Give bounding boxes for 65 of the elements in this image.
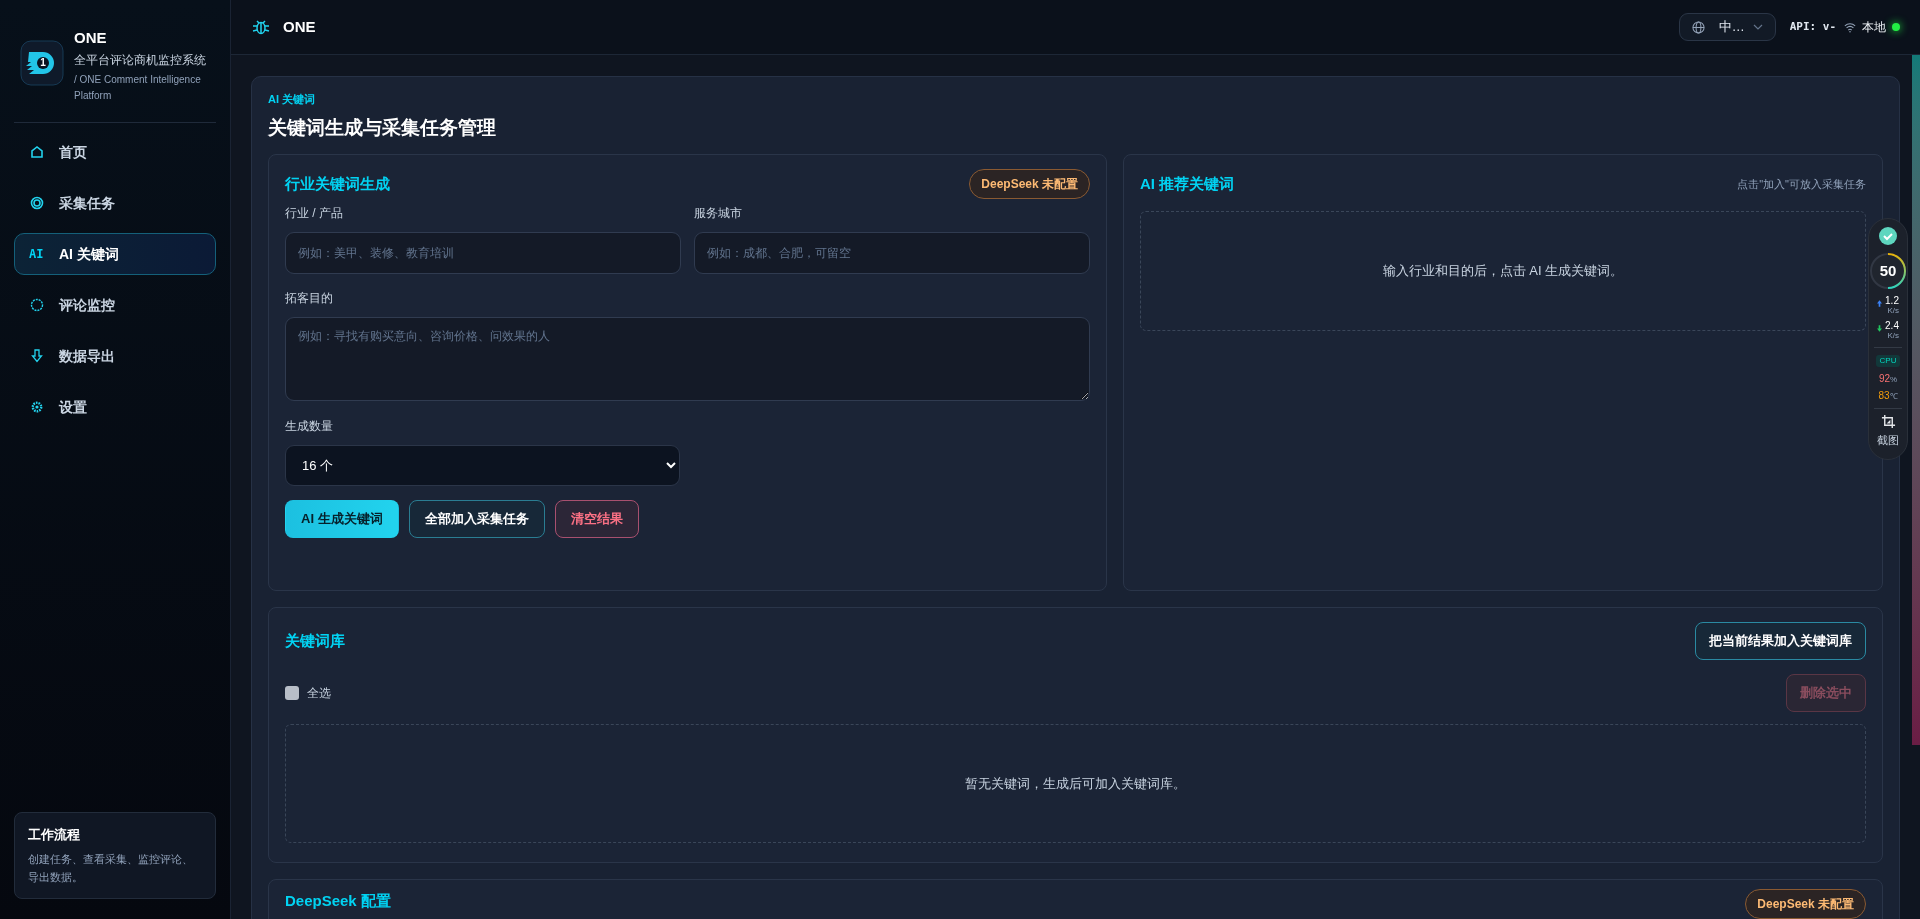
status-badge: DeepSeek 未配置: [969, 169, 1090, 199]
text-input[interactable]: 例如：美甲、装修、教育培训: [285, 232, 681, 274]
dotted-circle-icon: [30, 298, 44, 312]
brand-tagline: / ONE Comment Intelligence Platform: [74, 73, 202, 103]
workflow-title: 工作流程: [28, 825, 81, 844]
text-input[interactable]: 例如：成都、合肥，可留空: [694, 232, 1090, 274]
checkbox-label: 全选: [307, 685, 331, 702]
status-badge: DeepSeek 未配置: [1745, 889, 1866, 919]
nav-item[interactable]: 设置: [14, 386, 216, 428]
home-icon: [30, 145, 44, 159]
language-selector[interactable]: 中…: [1678, 13, 1776, 41]
logo-mark: 1: [39, 56, 47, 70]
card-title: 关键词库: [285, 630, 345, 651]
card-title: 行业关键词生成: [285, 173, 390, 194]
card-title: DeepSeek 配置: [285, 891, 391, 911]
ai-label-icon: AI: [29, 245, 45, 263]
field-label: 拓客目的: [285, 290, 334, 306]
brand-subtitle: 全平台评论商机监控系统: [74, 52, 207, 68]
action-button[interactable]: AI 生成关键词: [285, 500, 399, 538]
nav-item[interactable]: 评论监控: [14, 284, 216, 326]
bug-icon: [251, 17, 271, 37]
textarea-input[interactable]: 例如：寻找有购买意向、咨询价格、问效果的人: [285, 317, 1090, 401]
down-arrow-icon: [1877, 325, 1883, 332]
action-button[interactable]: 全部加入采集任务: [408, 500, 545, 538]
download-rate: 2.4: [1885, 321, 1899, 331]
cpu-usage: 92%: [1878, 372, 1898, 386]
screenshot-button[interactable]: 截图: [1877, 414, 1899, 449]
down-arrow-icon: [30, 349, 44, 363]
empty-message: 暂无关键词，生成后可加入关键词库。: [965, 774, 1186, 793]
cpu-temperature: 83℃: [1878, 389, 1898, 403]
upload-rate: 1.2: [1885, 296, 1899, 306]
connection-label: 本地: [1862, 19, 1886, 36]
nav-item[interactable]: AI AI 关键词: [14, 233, 216, 275]
nav-item[interactable]: 采集任务: [14, 182, 216, 224]
app-logo-icon: [20, 38, 64, 88]
field-label: 生成数量: [285, 418, 334, 434]
cpu-label: CPU: [1875, 355, 1901, 367]
workflow-text: 创建任务、查看采集、监控评论、导出数据。: [28, 852, 193, 885]
scrollbar[interactable]: [1912, 55, 1920, 745]
settings-icon: [30, 400, 44, 414]
nav-item[interactable]: 首页: [14, 131, 216, 173]
up-arrow-icon: [1877, 300, 1883, 307]
count-select[interactable]: 16 个: [285, 445, 680, 486]
brand-name: ONE: [74, 28, 108, 48]
chevron-down-icon[interactable]: [1752, 24, 1763, 30]
field-label: 行业 / 产品: [285, 205, 344, 221]
api-version: API: v-: [1789, 18, 1836, 35]
action-button[interactable]: 清空结果: [554, 500, 639, 538]
page-eyebrow: AI 关键词: [268, 92, 317, 107]
page-title: 关键词生成与采集任务管理: [268, 115, 497, 140]
card-title: AI 推荐关键词: [1140, 173, 1235, 194]
rate-unit: K/s: [1887, 332, 1899, 340]
crop-icon: [1880, 414, 1896, 429]
score-value: 50: [1879, 260, 1897, 281]
hint-text: 点击"加入"可放入采集任务: [1737, 176, 1866, 192]
wifi-icon: [1844, 21, 1856, 33]
add-to-library-button[interactable]: 把当前结果加入关键词库: [1695, 622, 1866, 660]
field-label: 服务城市: [694, 205, 743, 221]
checkbox[interactable]: [285, 686, 299, 700]
ring-icon: [30, 196, 44, 210]
globe-icon: [1691, 20, 1705, 34]
app-title: ONE: [283, 16, 316, 37]
empty-message: 输入行业和目的后，点击 AI 生成关键词。: [1382, 262, 1624, 281]
rate-unit: K/s: [1887, 307, 1899, 315]
nav-item[interactable]: 数据导出: [14, 335, 216, 377]
